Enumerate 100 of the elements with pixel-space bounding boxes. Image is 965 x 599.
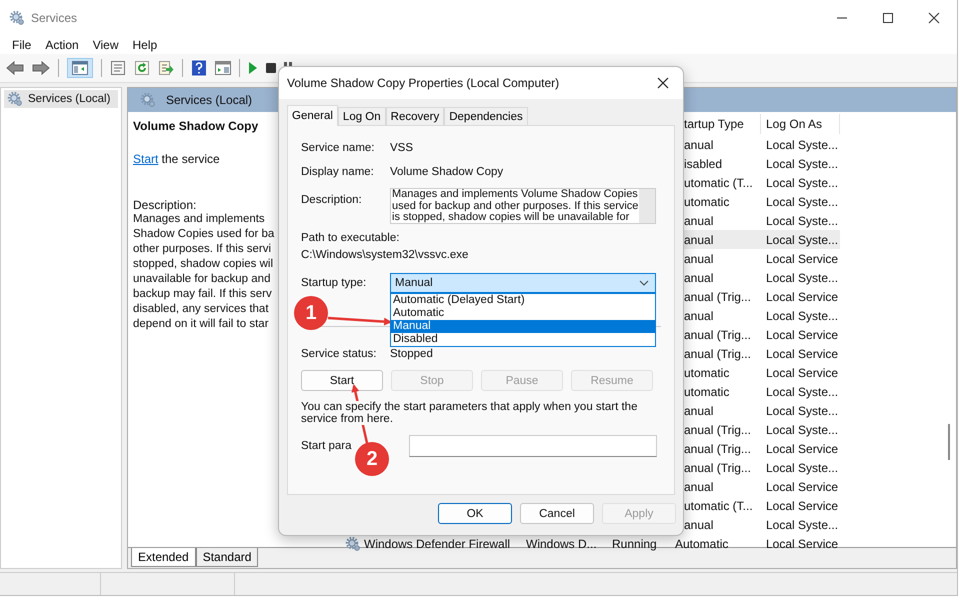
- forward-icon[interactable]: [32, 60, 50, 76]
- menu-item[interactable]: View: [86, 38, 126, 52]
- field-value: VSS: [390, 142, 414, 154]
- table-cell: Local Service: [766, 442, 838, 456]
- table-cell: anual: [684, 518, 714, 532]
- dropdown-option[interactable]: Disabled: [391, 333, 655, 346]
- table-cell: utomatic: [684, 194, 730, 208]
- field-value: Volume Shadow Copy: [390, 166, 504, 178]
- table-cell: anual: [684, 252, 714, 266]
- service-row[interactable]: Windows Defender Firewall Windows D... Running Automatic Local Service: [340, 534, 840, 553]
- app-icon: [9, 10, 25, 26]
- gear-icon: [345, 536, 361, 552]
- table-cell: anual (Trig...: [684, 290, 751, 304]
- table-cell: Windows D...: [526, 536, 597, 550]
- console-tree-button[interactable]: [67, 58, 93, 78]
- field-label: Service name:: [301, 142, 376, 154]
- menu-item[interactable]: Help: [126, 38, 164, 52]
- table-cell: Local Service: [766, 536, 838, 550]
- column-header[interactable]: Log On As: [761, 114, 840, 134]
- path-value: C:\Windows\system32\vssvc.exe: [301, 249, 470, 261]
- table-cell: Local Syste...: [766, 138, 838, 152]
- field-label: Service status:: [301, 348, 378, 360]
- table-cell: Local Service: [766, 290, 838, 304]
- table-cell: Local Service: [766, 328, 838, 342]
- dropdown-option[interactable]: Automatic (Delayed Start): [391, 294, 655, 307]
- table-cell: utomatic (T...: [684, 498, 753, 512]
- description-text: used for backup and other purposes. If this service: [392, 200, 639, 212]
- table-cell: Local Syste...: [766, 156, 838, 170]
- play-icon[interactable]: [248, 62, 258, 74]
- input-field[interactable]: [409, 435, 657, 457]
- table-cell: Local Service: [766, 252, 838, 266]
- table-cell: anual (Trig...: [684, 422, 751, 436]
- table-cell: anual: [684, 480, 714, 494]
- window-title: Services: [31, 11, 78, 25]
- pane-title: Services (Local): [166, 93, 252, 107]
- description-text: disabled, any services that: [133, 302, 269, 317]
- field-label: Path to executable:: [301, 232, 400, 244]
- menu-item[interactable]: File: [5, 38, 38, 52]
- menu-item[interactable]: Action: [38, 38, 86, 52]
- description-text: Shadow Copies used for ba: [133, 227, 274, 242]
- table-cell: anual: [684, 232, 714, 246]
- table-cell: Local Syste...: [766, 176, 838, 190]
- table-cell: Local Syste...: [766, 422, 838, 436]
- status-value: Stopped: [390, 348, 433, 360]
- field-label: Start para: [301, 440, 352, 452]
- description-text: Manages and implements: [133, 212, 265, 227]
- table-cell: Running: [612, 536, 657, 550]
- table-cell: Local Syste...: [766, 384, 838, 398]
- table-cell: anual: [684, 404, 714, 418]
- table-cell: Automatic: [675, 536, 728, 550]
- table-cell: Local Syste...: [766, 404, 838, 418]
- dialog-button[interactable]: Cancel: [520, 503, 594, 524]
- startup-type-dropdown[interactable]: Manual: [390, 273, 656, 293]
- table-cell: isabled: [684, 156, 722, 170]
- table-cell: Local Service: [766, 366, 838, 380]
- dropdown-option[interactable]: Manual: [391, 320, 655, 333]
- table-cell: Local Syste...: [766, 194, 838, 208]
- service-button[interactable]: Start: [301, 370, 383, 391]
- start-link[interactable]: Start: [133, 152, 158, 166]
- dialog-tab[interactable]: Dependencies: [444, 107, 528, 125]
- dialog-tab[interactable]: Log On: [338, 107, 386, 125]
- properties-icon[interactable]: [110, 60, 126, 76]
- refresh-icon[interactable]: [134, 60, 150, 76]
- dialog-title: Volume Shadow Copy Properties (Local Computer): [287, 76, 560, 90]
- view-tab[interactable]: Extended: [131, 548, 196, 567]
- gear-icon: [140, 92, 156, 108]
- back-icon[interactable]: [6, 60, 24, 76]
- dialog-tab[interactable]: Recovery: [386, 107, 444, 125]
- dropdown-option[interactable]: Automatic: [391, 307, 655, 320]
- description-text: other purposes. If this servi: [133, 242, 272, 257]
- field-label: Startup type:: [301, 277, 368, 289]
- gear-icon: [7, 91, 23, 107]
- table-cell: Local Syste...: [766, 518, 838, 532]
- table-cell: Local Syste...: [766, 270, 838, 284]
- table-cell: anual (Trig...: [684, 460, 751, 474]
- dialog-tab[interactable]: General: [287, 105, 338, 126]
- description-box[interactable]: Manages and implements Volume Shadow Copies used for backup and other purposes. If this service is stopped, shadow copies will be unavailable for: [390, 188, 656, 224]
- table-cell: utomatic: [684, 384, 730, 398]
- help-icon[interactable]: [191, 60, 207, 76]
- export-icon[interactable]: [158, 60, 174, 76]
- table-cell: anual (Trig...: [684, 346, 751, 360]
- maximize-icon: [882, 12, 894, 24]
- table-cell: Local Service: [766, 346, 838, 360]
- table-cell: Local Syste...: [766, 232, 838, 246]
- description-text: depend on it will fail to star: [133, 317, 269, 332]
- close-icon: [928, 12, 940, 24]
- table-cell: utomatic (T...: [684, 176, 753, 190]
- pointer-arrow: [328, 316, 392, 326]
- table-cell: anual (Trig...: [684, 328, 751, 342]
- view-icon[interactable]: [215, 60, 231, 76]
- view-tab[interactable]: Standard: [196, 548, 258, 567]
- description-text: backup may fail. If this serv: [133, 287, 272, 302]
- dialog-button[interactable]: OK: [438, 503, 512, 524]
- table-cell: anual: [684, 214, 714, 228]
- description-text: stopped, shadow copies wil: [133, 257, 273, 272]
- service-title: Volume Shadow Copy: [133, 119, 260, 133]
- service-name: Windows Defender Firewall: [364, 536, 510, 550]
- table-cell: anual: [684, 138, 714, 152]
- table-cell: Local Syste...: [766, 308, 838, 322]
- tree-item[interactable]: Services (Local): [4, 90, 118, 108]
